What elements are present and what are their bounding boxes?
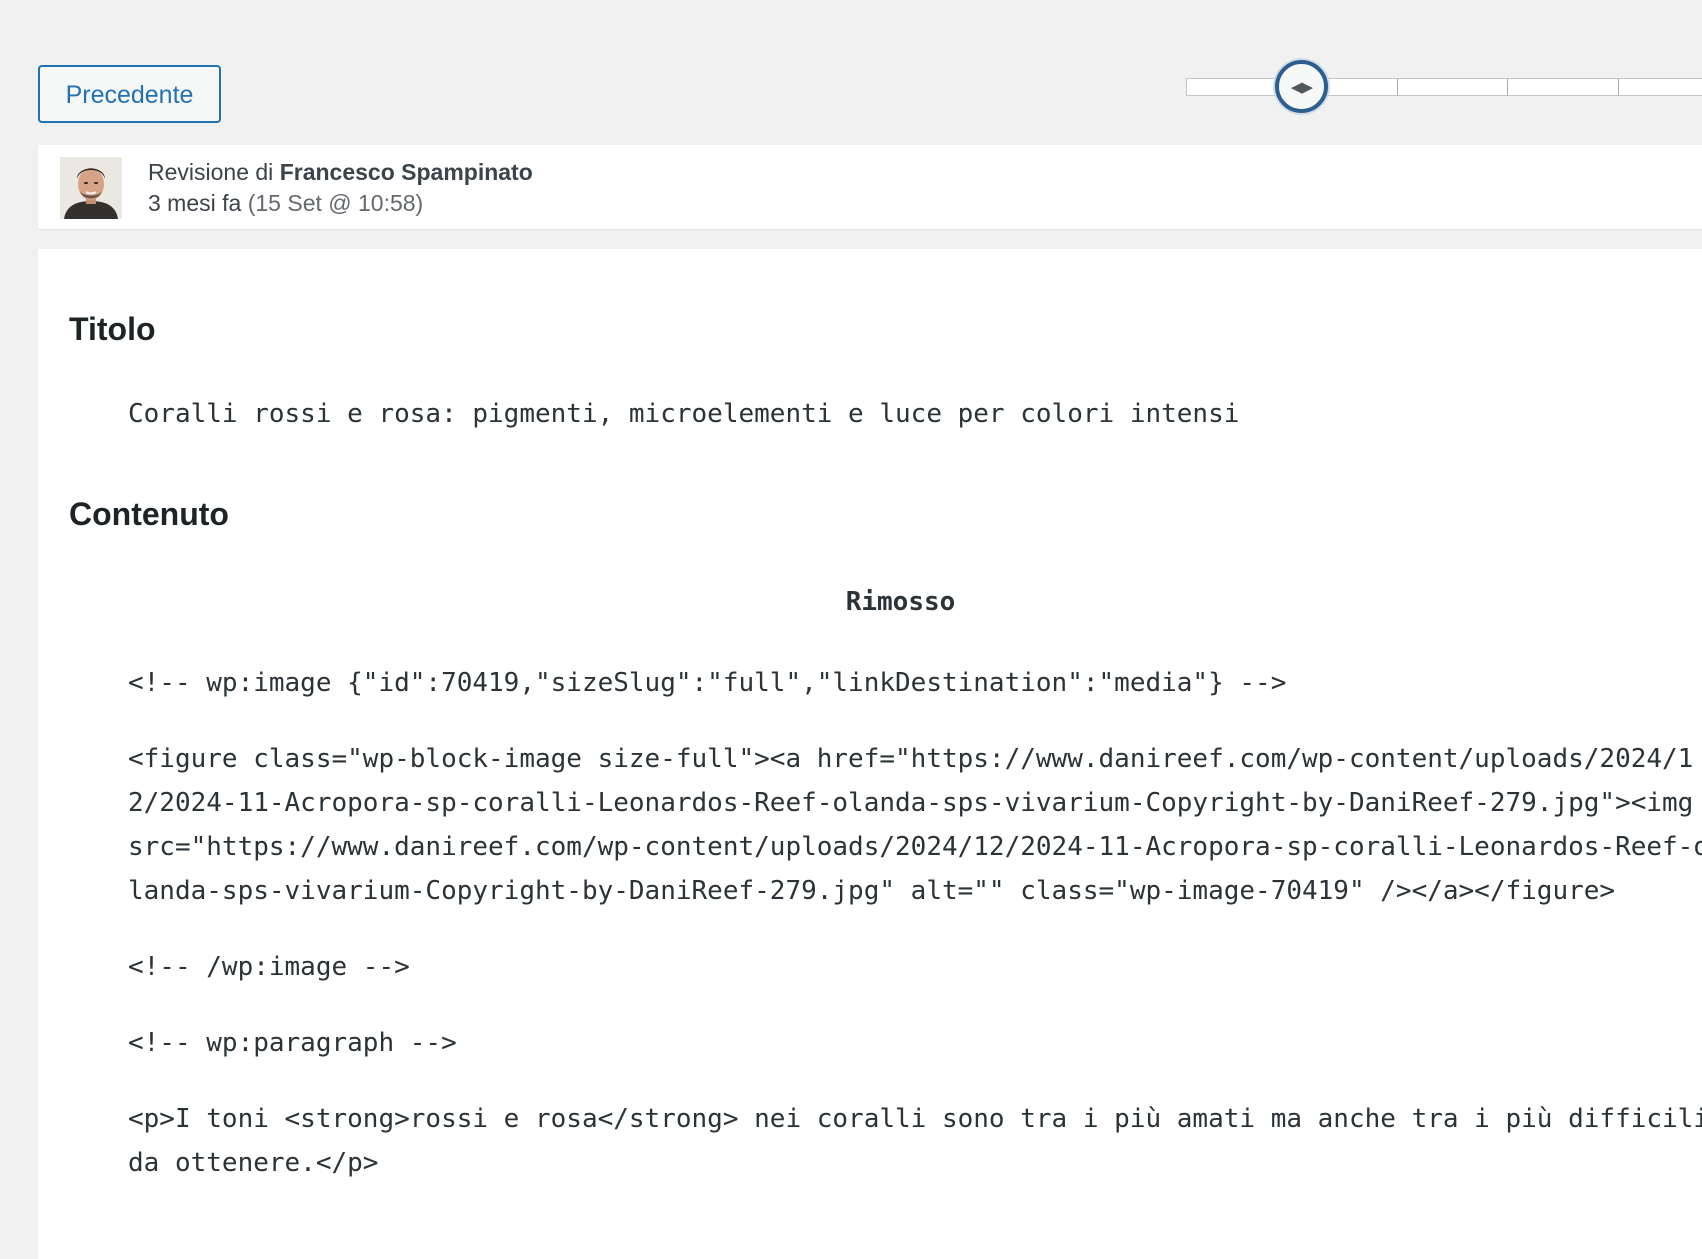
revision-slider-track[interactable] [1186,78,1702,96]
revision-date: (15 Set @ 10:58) [247,190,424,216]
diff-line: <figure class="wp-block-image size-full"… [128,744,1702,906]
revision-prefix: Revisione di [148,159,280,185]
diff-line: <!-- wp:paragraph --> [128,1028,457,1058]
diff-line: <p>I toni <strong>rossi e rosa</strong> … [128,1104,1702,1178]
title-heading: Titolo [69,311,156,347]
revision-slider-handle[interactable]: ◀▶ [1275,60,1328,113]
revision-author: Francesco Spampinato [279,159,533,185]
revision-meta: Revisione di Francesco Spampinato 3 mesi… [38,145,1702,229]
revision-time-ago: 3 mesi fa [148,190,242,216]
revision-info: Revisione di Francesco Spampinato 3 mesi… [148,157,533,219]
slider-tick [1507,79,1508,95]
diff-line: <!-- wp:image {"id":70419,"sizeSlug":"fu… [128,668,1287,698]
removed-content: <!-- wp:image {"id":70419,"sizeSlug":"fu… [128,661,1702,1217]
avatar [60,157,122,219]
diff-panel: Titolo Coralli rossi e rosa: pigmenti, m… [38,249,1702,1259]
slider-tick [1397,79,1398,95]
avatar-image [60,157,122,219]
slider-tick [1618,79,1619,95]
removed-column-header: Rimosso [845,587,956,617]
arrows-left-right-icon: ◀▶ [1290,78,1313,96]
content-heading: Contenuto [69,496,229,532]
title-value: Coralli rossi e rosa: pigmenti, microele… [128,399,1240,429]
previous-button[interactable]: Precedente [38,65,221,123]
diff-line: <!-- /wp:image --> [128,952,410,982]
